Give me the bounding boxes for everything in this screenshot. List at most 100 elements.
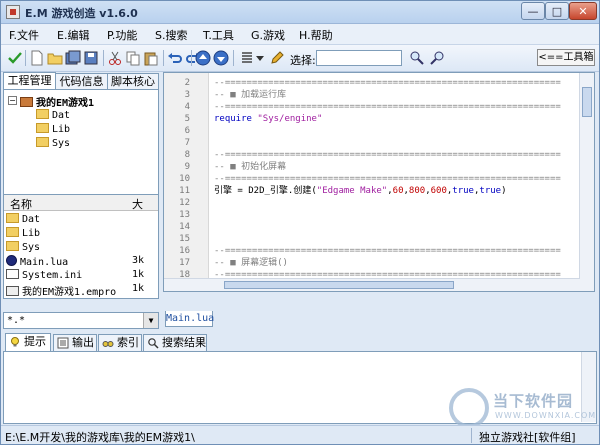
list-item[interactable]: 我的EM游戏1.empro [6, 283, 116, 298]
line-number: 16 [179, 246, 190, 256]
window-title: E.M 游戏创造 v1.6.0 [25, 7, 138, 20]
line-number: 2 [184, 78, 190, 88]
copy-icon[interactable] [125, 50, 141, 66]
line-number: 13 [179, 210, 190, 220]
cut-icon[interactable] [107, 50, 123, 66]
title-bar[interactable]: E.M 游戏创造 v1.6.0 — □ ✕ [1, 1, 599, 24]
ok-check-icon[interactable] [7, 50, 23, 66]
code-line[interactable]: 11 引擎 = D2D_引擎.创建("Edgame Make",60,800,60… [164, 185, 579, 197]
minimize-button[interactable]: — [521, 2, 545, 20]
scroll-thumb[interactable] [224, 281, 454, 289]
search-icon[interactable] [409, 50, 425, 66]
code-text: --======================================… [214, 174, 561, 184]
column-size-header[interactable]: 大 [132, 196, 143, 212]
tree-folder-label: Lib [52, 124, 71, 135]
open-folder-icon[interactable] [47, 50, 63, 66]
save-all-icon[interactable] [65, 50, 81, 66]
column-name-header[interactable]: 名称 [10, 196, 32, 212]
file-list-header: 名称 大 [4, 195, 158, 211]
code-line[interactable]: 5 require "Sys/engine" [164, 113, 579, 125]
lua-file-icon [6, 255, 17, 266]
list-indent-icon[interactable] [239, 50, 255, 66]
paste-icon[interactable] [143, 50, 159, 66]
code-line[interactable]: 10 --====================================… [164, 173, 579, 185]
code-line[interactable]: 13 [164, 209, 579, 221]
code-text: require "Sys/engine" [214, 114, 323, 124]
tree-folder-label: Sys [52, 138, 71, 149]
code-line[interactable]: 8 --=====================================… [164, 149, 579, 161]
save-icon[interactable] [83, 50, 99, 66]
code-line[interactable]: 17 -- ■ 屏幕逻辑() [164, 257, 579, 269]
menu-function[interactable]: P.功能 [107, 27, 137, 43]
tab-main-lua[interactable]: Main.lua [165, 311, 214, 327]
folder-icon [36, 109, 49, 119]
tree-item-sys[interactable]: Sys [36, 137, 70, 149]
tab-output[interactable]: 输出 [53, 334, 97, 351]
list-item[interactable]: Main.lua [6, 255, 68, 268]
horizontal-scrollbar[interactable] [164, 278, 580, 291]
ini-file-icon [6, 269, 19, 279]
scroll-thumb[interactable] [582, 87, 592, 117]
tree-item-lib[interactable]: Lib [36, 123, 70, 135]
code-line[interactable]: 4 --=====================================… [164, 101, 579, 113]
line-number: 12 [179, 198, 190, 208]
menu-search[interactable]: S.搜索 [155, 27, 187, 43]
tab-search-results[interactable]: 搜索结果 [143, 334, 207, 351]
code-line[interactable]: 9 -- ■ 初始化屏幕 [164, 161, 579, 173]
code-line[interactable]: 3 -- ■ 加载运行库 [164, 89, 579, 101]
new-file-icon[interactable] [29, 50, 45, 66]
file-list: 名称 大 Dat Lib Sys Main.lua 3k System.ini … [3, 194, 159, 299]
tab-project-manager[interactable]: 工程管理 [3, 72, 56, 89]
collapse-toggle-icon[interactable]: − [8, 96, 17, 105]
code-text: --======================================… [214, 78, 561, 88]
code-line[interactable]: 12 [164, 197, 579, 209]
list-item[interactable]: Dat [6, 213, 40, 225]
navigate-up-icon[interactable] [195, 50, 211, 66]
tab-script-core[interactable]: 脚本核心 [107, 73, 159, 89]
list-item[interactable]: Sys [6, 241, 40, 253]
select-input[interactable] [316, 50, 402, 66]
close-button[interactable]: ✕ [569, 2, 597, 20]
list-item[interactable]: Lib [6, 227, 40, 239]
menu-tools[interactable]: T.工具 [203, 27, 234, 43]
edit-pencil-icon[interactable] [269, 50, 285, 66]
folder-icon [6, 227, 19, 237]
menu-file[interactable]: F.文件 [9, 27, 39, 43]
undo-icon[interactable] [167, 50, 183, 66]
tree-item-dat[interactable]: Dat [36, 109, 70, 121]
navigate-down-icon[interactable] [213, 50, 229, 66]
chevron-down-icon[interactable]: ▼ [143, 313, 158, 328]
project-name: 我的EM游戏1 [36, 98, 95, 109]
watermark-text: 当下软件园 [493, 392, 574, 410]
code-line[interactable]: 14 [164, 221, 579, 233]
code-text: --======================================… [214, 102, 561, 112]
menu-help[interactable]: H.帮助 [299, 27, 333, 43]
search-next-icon[interactable] [429, 50, 445, 66]
status-info: 独立游戏社[软件组] [479, 431, 576, 444]
code-text: -- ■ 屏幕逻辑() [214, 258, 288, 268]
code-editor[interactable]: 2 --=====================================… [163, 72, 595, 292]
tree-item-project[interactable]: 我的EM游戏1 [20, 94, 94, 109]
menu-game[interactable]: G.游戏 [251, 27, 285, 43]
menu-edit[interactable]: E.编辑 [57, 27, 89, 43]
left-panel: 工程管理 代码信息 脚本核心 − 我的EM游戏1 Dat Lib Sys 名称 … [3, 72, 159, 329]
line-number: 17 [179, 258, 190, 268]
code-line[interactable]: 15 [164, 233, 579, 245]
code-line[interactable]: 6 [164, 125, 579, 137]
code-line[interactable]: 2 --=====================================… [164, 77, 579, 89]
vertical-scrollbar[interactable] [579, 73, 594, 291]
menu-bar: F.文件 E.编辑 P.功能 S.搜索 T.工具 G.游戏 H.帮助 [1, 24, 599, 45]
line-number: 10 [179, 174, 190, 184]
code-line[interactable]: 7 [164, 137, 579, 149]
maximize-button[interactable]: □ [545, 2, 569, 20]
list-item[interactable]: System.ini [6, 269, 82, 281]
code-line[interactable]: 16 --====================================… [164, 245, 579, 257]
toolbox-button[interactable]: <==工具箱 [537, 49, 595, 66]
tab-index[interactable]: 索引 [98, 334, 142, 351]
tab-tips[interactable]: 提示 [5, 333, 51, 351]
tab-code-info[interactable]: 代码信息 [55, 73, 108, 89]
file-filter-select[interactable]: *.* ▼ [3, 312, 159, 329]
toolbar-separator [163, 50, 164, 66]
status-path: E:\E.M开发\我的游戏库\我的EM游戏1\ [5, 431, 195, 444]
dropdown-arrow-icon[interactable] [255, 50, 265, 66]
